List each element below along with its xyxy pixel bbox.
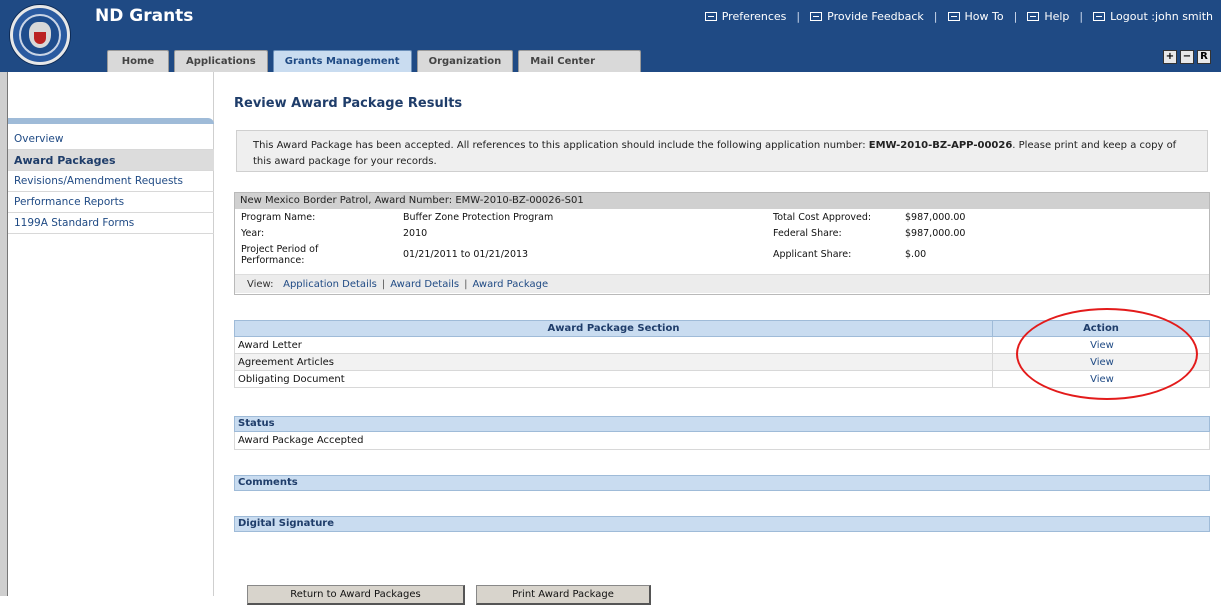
award-package-table: Award Package Section Action Award Lette… bbox=[234, 320, 1210, 388]
application-details-link[interactable]: Application Details bbox=[283, 279, 377, 290]
separator: | bbox=[381, 279, 386, 290]
tab-home[interactable]: Home bbox=[107, 50, 169, 72]
sidebar-edge bbox=[0, 72, 8, 596]
sidebar-item-performance-reports[interactable]: Performance Reports bbox=[8, 192, 214, 213]
return-to-award-packages-button[interactable]: Return to Award Packages bbox=[247, 585, 465, 605]
digital-signature-header: Digital Signature bbox=[234, 516, 1210, 532]
sidebar-top-bar bbox=[8, 118, 214, 124]
preferences-icon bbox=[704, 12, 717, 21]
tab-organization[interactable]: Organization bbox=[416, 50, 514, 72]
feedback-icon bbox=[810, 12, 823, 21]
app-header: ND Grants Preferences | Provide Feedback… bbox=[0, 0, 1221, 72]
view-links-row: View: Application Details | Award Details |… bbox=[235, 274, 1209, 293]
sidebar: Overview Award Packages Revisions/Amendm… bbox=[8, 72, 214, 596]
howto-icon bbox=[947, 12, 960, 21]
separator: | bbox=[464, 279, 468, 290]
award-package-link[interactable]: Award Package bbox=[472, 279, 548, 290]
separator: | bbox=[933, 10, 938, 23]
dhs-seal-logo bbox=[10, 5, 70, 65]
feedback-label: Provide Feedback bbox=[827, 10, 924, 23]
award-row: Program Name: Buffer Zone Protection Pro… bbox=[235, 209, 1209, 225]
sidebar-item-overview[interactable]: Overview bbox=[8, 129, 214, 150]
table-row: Obligating Document View bbox=[234, 370, 1210, 388]
reset-button[interactable]: R bbox=[1197, 50, 1211, 64]
award-row: Year: 2010 Federal Share: $987,000.00 bbox=[235, 225, 1209, 241]
column-header-section: Award Package Section bbox=[234, 320, 993, 337]
table-row: Award Letter View bbox=[234, 336, 1210, 354]
separator: | bbox=[1079, 10, 1084, 23]
federal-share-value: $987,000.00 bbox=[905, 228, 966, 239]
total-cost-label: Total Cost Approved: bbox=[773, 212, 872, 223]
sidebar-menu: Overview Award Packages Revisions/Amendm… bbox=[8, 129, 214, 234]
section-obligating-document: Obligating Document bbox=[234, 370, 993, 388]
total-cost-value: $987,000.00 bbox=[905, 212, 966, 223]
award-header: New Mexico Border Patrol, Award Number: … bbox=[235, 193, 1209, 209]
applicant-share-value: $.00 bbox=[905, 249, 927, 260]
logout-label: Logout :john smith bbox=[1110, 10, 1213, 23]
sidebar-item-award-packages[interactable]: Award Packages bbox=[8, 150, 214, 171]
notice-text: This Award Package has been accepted. Al… bbox=[253, 140, 869, 151]
year-value: 2010 bbox=[403, 228, 428, 239]
sidebar-item-1199a-forms[interactable]: 1199A Standard Forms bbox=[8, 213, 214, 234]
application-number: EMW-2010-BZ-APP-00026 bbox=[868, 140, 1013, 151]
comments-header: Comments bbox=[234, 475, 1210, 491]
logout-icon bbox=[1093, 12, 1106, 21]
tab-mail-center[interactable]: Mail Center bbox=[518, 50, 642, 72]
award-row: Project Period of Performance: 01/21/201… bbox=[235, 241, 1209, 266]
separator: | bbox=[796, 10, 801, 23]
feedback-link[interactable]: Provide Feedback bbox=[810, 10, 924, 23]
preferences-label: Preferences bbox=[721, 10, 787, 23]
award-summary: New Mexico Border Patrol, Award Number: … bbox=[234, 192, 1210, 295]
print-award-package-button[interactable]: Print Award Package bbox=[476, 585, 651, 605]
year-label: Year: bbox=[241, 228, 265, 239]
expand-button[interactable]: + bbox=[1163, 50, 1177, 64]
program-name-value: Buffer Zone Protection Program bbox=[403, 212, 554, 223]
acceptance-notice: This Award Package has been accepted. Al… bbox=[236, 130, 1208, 172]
column-header-action: Action bbox=[992, 320, 1210, 337]
preferences-link[interactable]: Preferences bbox=[704, 10, 787, 23]
window-controls: + − R bbox=[1160, 50, 1211, 64]
status-value: Award Package Accepted bbox=[234, 432, 1210, 450]
howto-link[interactable]: How To bbox=[947, 10, 1004, 23]
project-period-value: 01/21/2011 to 01/21/2013 bbox=[403, 249, 529, 260]
federal-share-label: Federal Share: bbox=[773, 228, 842, 239]
program-name-label: Program Name: bbox=[241, 212, 316, 223]
status-header: Status bbox=[234, 416, 1210, 432]
howto-label: How To bbox=[964, 10, 1004, 23]
help-label: Help bbox=[1044, 10, 1070, 23]
tab-applications[interactable]: Applications bbox=[174, 50, 268, 72]
help-icon bbox=[1027, 12, 1040, 21]
page-title: Review Award Package Results bbox=[234, 96, 463, 111]
project-period-label: Project Period of Performance: bbox=[241, 244, 319, 266]
award-details-link[interactable]: Award Details bbox=[390, 279, 459, 290]
sidebar-item-revisions[interactable]: Revisions/Amendment Requests bbox=[8, 171, 214, 192]
tab-grants-management[interactable]: Grants Management bbox=[272, 50, 412, 72]
view-label: View: bbox=[247, 279, 274, 290]
collapse-button[interactable]: − bbox=[1180, 50, 1194, 64]
main-tabs: Home Applications Grants Management Orga… bbox=[107, 50, 646, 72]
logout-link[interactable]: Logout :john smith bbox=[1093, 10, 1213, 23]
section-agreement-articles: Agreement Articles bbox=[234, 353, 993, 371]
view-award-letter-link[interactable]: View bbox=[992, 336, 1210, 354]
view-obligating-document-link[interactable]: View bbox=[992, 370, 1210, 388]
table-row: Agreement Articles View bbox=[234, 353, 1210, 371]
app-title: ND Grants bbox=[95, 6, 194, 26]
separator: | bbox=[1013, 10, 1018, 23]
help-link[interactable]: Help bbox=[1027, 10, 1069, 23]
utility-nav: Preferences | Provide Feedback | How To … bbox=[704, 10, 1213, 23]
section-award-letter: Award Letter bbox=[234, 336, 993, 354]
view-agreement-articles-link[interactable]: View bbox=[992, 353, 1210, 371]
applicant-share-label: Applicant Share: bbox=[773, 249, 852, 260]
